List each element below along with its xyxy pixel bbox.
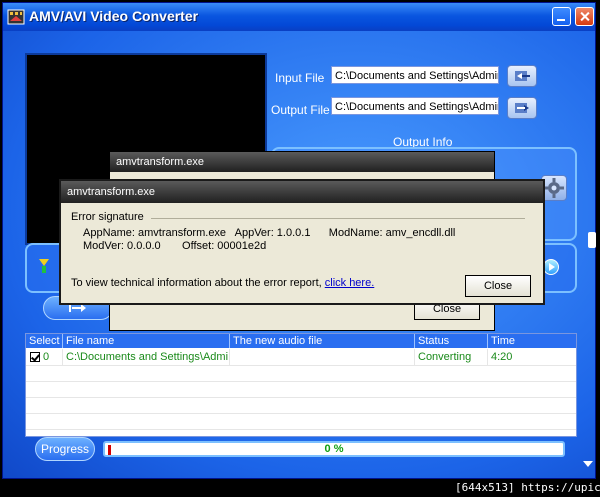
file-name-cell: C:\Documents and Settings\Admi... xyxy=(63,349,230,365)
table-row-empty xyxy=(26,413,576,430)
dialog-close-button[interactable]: Close xyxy=(465,275,531,297)
table-header: Select File name The new audio file Stat… xyxy=(26,334,576,348)
column-header[interactable]: File name xyxy=(63,334,230,348)
status-cell: Converting xyxy=(415,349,488,365)
row-checkbox[interactable] xyxy=(30,352,40,362)
screenshot-frame: AMV/AVI Video Converter Input File C:\Do… xyxy=(0,0,600,497)
audio-file-cell xyxy=(230,349,415,365)
scroll-down-icon[interactable] xyxy=(583,461,593,467)
window-title: AMV/AVI Video Converter xyxy=(29,8,199,24)
progress-bar: 0 % xyxy=(103,441,565,457)
column-header[interactable]: Status xyxy=(415,334,488,348)
select-cell[interactable]: 0 xyxy=(26,349,63,365)
dialog-back-title[interactable]: amvtransform.exe xyxy=(110,152,494,172)
column-header[interactable]: Time xyxy=(488,334,576,348)
progress-percent: 0 % xyxy=(324,443,344,455)
play-icon[interactable] xyxy=(543,259,559,275)
table-row[interactable]: 0 C:\Documents and Settings\Admi... Conv… xyxy=(26,349,576,366)
watermark-text: [644x513] https://upic.me/ xyxy=(455,481,600,494)
technical-info-text: To view technical information about the … xyxy=(71,277,374,289)
error-signature-label: Error signature xyxy=(71,211,144,223)
open-file-icon xyxy=(515,71,530,81)
time-cell: 4:20 xyxy=(491,351,513,363)
minimize-button[interactable] xyxy=(552,7,571,26)
marker-icon xyxy=(39,259,49,273)
click-here-link[interactable]: click here. xyxy=(325,277,375,289)
close-window-button[interactable] xyxy=(575,7,594,26)
technical-info-prefix: To view technical information about the … xyxy=(71,277,325,289)
column-header[interactable]: The new audio file xyxy=(230,334,415,348)
row-index: 0 xyxy=(43,351,50,363)
file-table: Select File name The new audio file Stat… xyxy=(25,333,577,437)
error-details-line2: ModVer: 0.0.0.0 Offset: 00001e2d xyxy=(83,240,267,252)
save-file-icon xyxy=(515,103,529,113)
input-file-field[interactable]: C:\Documents and Settings\Administ xyxy=(331,66,499,84)
column-header[interactable]: Select xyxy=(26,334,63,348)
table-row-empty xyxy=(26,381,576,398)
error-details-line1: AppName: amvtransform.exe AppVer: 1.0.0.… xyxy=(83,227,456,239)
progress-button[interactable]: Progress xyxy=(35,437,95,461)
output-file-field[interactable]: C:\Documents and Settings\Administ xyxy=(331,97,499,115)
input-file-label: Input File xyxy=(275,71,325,85)
table-row-empty xyxy=(26,365,576,382)
browse-input-button[interactable] xyxy=(507,65,537,87)
table-row-empty xyxy=(26,397,576,414)
side-tab xyxy=(588,232,596,248)
title-bar[interactable]: AMV/AVI Video Converter xyxy=(3,3,595,31)
gear-icon xyxy=(544,178,564,198)
error-dialog: amvtransform.exe Error signature AppName… xyxy=(59,179,545,305)
main-window: AMV/AVI Video Converter Input File C:\Do… xyxy=(2,2,596,479)
film-icon xyxy=(7,9,25,25)
group-separator xyxy=(151,218,525,219)
browse-output-button[interactable] xyxy=(507,97,537,119)
output-file-label: Output File xyxy=(271,103,330,117)
dialog-title[interactable]: amvtransform.exe xyxy=(61,181,543,203)
